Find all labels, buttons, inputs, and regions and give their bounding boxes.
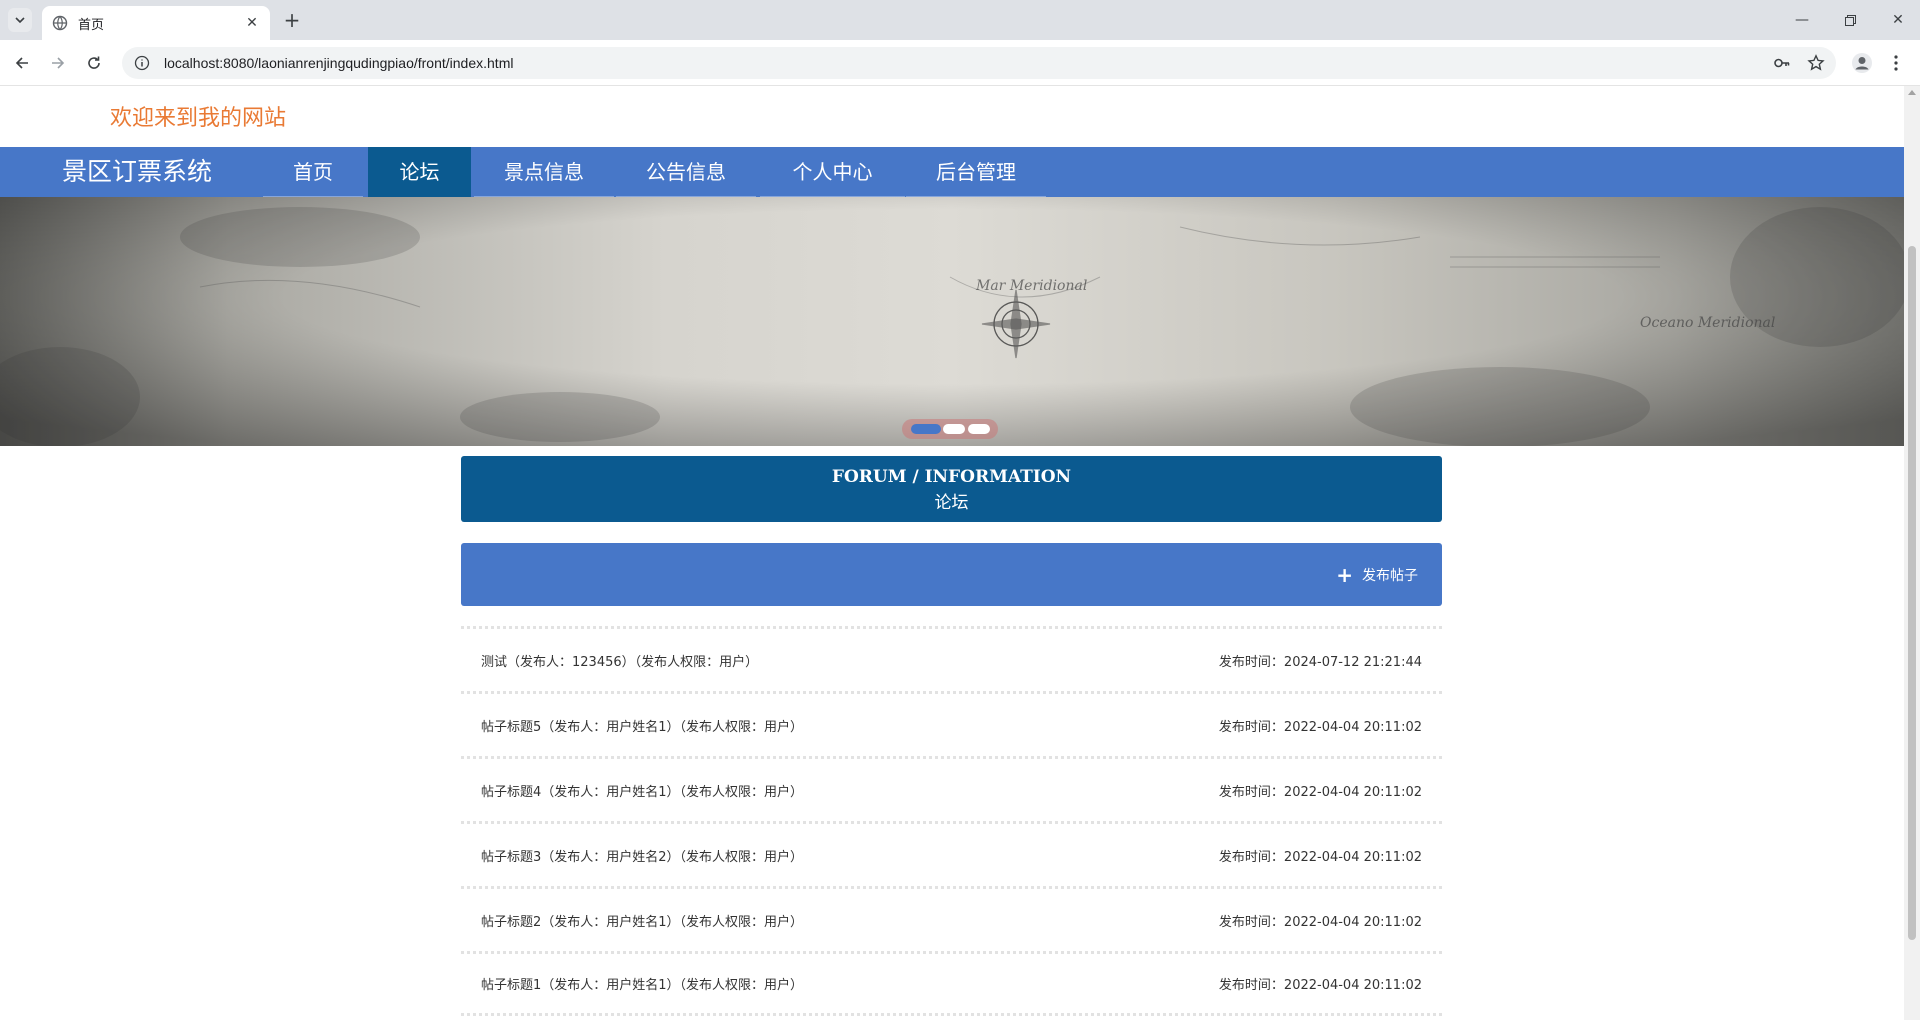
carousel-dot-2[interactable] [943, 424, 965, 434]
post-time: 发布时间：2022-04-04 20:11:02 [1218, 978, 1422, 993]
nav-label: 论坛 [399, 160, 440, 184]
post-time: 发布时间：2022-04-04 20:11:02 [1218, 784, 1422, 800]
banner-map-label-1: Mar Meridional [975, 278, 1087, 294]
carousel-dot-1[interactable] [910, 424, 941, 434]
arrow-left-icon [15, 57, 28, 69]
page-viewport: 欢迎来到我的网站 景区订票系统 首页 论坛 景点信息 公告信息 个人中心 后台管… [0, 86, 1904, 1020]
post-title[interactable]: 测试（发布人：123456）（发布人权限：用户） [481, 651, 758, 670]
browser-tab[interactable]: 首页 ✕ [42, 6, 270, 40]
scroll-up-arrow-icon[interactable] [1908, 90, 1916, 95]
tab-close-icon[interactable]: ✕ [244, 15, 260, 31]
forward-button[interactable] [44, 49, 72, 77]
back-button[interactable] [8, 49, 36, 77]
globe-icon [52, 15, 68, 31]
nav-item-forum[interactable]: 论坛 [368, 147, 471, 197]
arrow-right-icon [52, 57, 65, 69]
post-time: 发布时间：2022-04-04 20:11:02 [1218, 849, 1422, 865]
banner-image: Mar Meridional Oceano Meridional [0, 197, 1904, 446]
post-title[interactable]: 帖子标题2（发布人：用户姓名1）（发布人权限：用户） [481, 911, 803, 930]
carousel-dot-3[interactable] [967, 424, 990, 434]
reload-button[interactable] [80, 49, 108, 77]
nav-label: 景点信息 [504, 160, 584, 184]
forum-title-cn: 论坛 [934, 493, 969, 513]
post-time: 发布时间：2022-04-04 20:11:02 [1218, 914, 1422, 930]
nav-label: 后台管理 [936, 160, 1016, 184]
post-time: 发布时间：2022-04-04 20:11:02 [1218, 719, 1422, 735]
post-row[interactable]: 帖子标题1（发布人：用户姓名1）（发布人权限：用户） 发布时间：2022-04-… [461, 951, 1442, 1016]
post-title[interactable]: 帖子标题4（发布人：用户姓名1）（发布人权限：用户） [481, 781, 803, 800]
address-bar[interactable]: localhost:8080/laonianrenjingqudingpiao/… [122, 47, 1836, 79]
welcome-text: 欢迎来到我的网站 [110, 106, 287, 131]
more-menu-icon[interactable] [1884, 49, 1908, 77]
post-time: 发布时间：2024-07-12 21:21:44 [1218, 654, 1422, 670]
tab-search-button[interactable] [8, 8, 32, 32]
post-list: 测试（发布人：123456）（发布人权限：用户） 发布时间：2024-07-12… [461, 626, 1442, 1016]
nav-item-personal-center[interactable]: 个人中心 [760, 147, 905, 197]
post-row[interactable]: 帖子标题3（发布人：用户姓名2）（发布人权限：用户） 发布时间：2022-04-… [461, 821, 1442, 886]
forum-title-en: FORUM / INFORMATION [831, 467, 1072, 487]
banner-map-label-2: Oceano Meridional [1640, 315, 1775, 331]
site-info-icon[interactable] [134, 55, 150, 71]
password-key-icon[interactable] [1768, 49, 1796, 77]
chevron-down-icon [15, 17, 25, 24]
post-row[interactable]: 帖子标题2（发布人：用户姓名1）（发布人权限：用户） 发布时间：2022-04-… [461, 886, 1442, 951]
forum-action-bar: + 发布帖子 [461, 543, 1442, 606]
forum-header: FORUM / INFORMATION 论坛 [461, 456, 1442, 522]
carousel-indicators [902, 419, 998, 439]
browser-tab-bar: 首页 ✕ + — ✕ [0, 0, 1920, 40]
post-title[interactable]: 帖子标题5（发布人：用户姓名1）（发布人权限：用户） [481, 716, 803, 735]
plus-icon: + [1336, 562, 1353, 587]
restore-button[interactable] [1828, 0, 1872, 40]
nav-item-attractions[interactable]: 景点信息 [474, 147, 614, 197]
post-row[interactable]: 帖子标题4（发布人：用户姓名1）（发布人权限：用户） 发布时间：2022-04-… [461, 756, 1442, 821]
nav-label: 公告信息 [646, 160, 726, 184]
scrollbar-thumb[interactable] [1908, 246, 1916, 940]
site-brand: 景区订票系统 [62, 157, 213, 186]
publish-post-label: 发布帖子 [1362, 567, 1418, 584]
publish-post-button[interactable]: + 发布帖子 [1336, 543, 1418, 606]
banner-carousel[interactable]: Mar Meridional Oceano Meridional [0, 197, 1904, 446]
post-title[interactable]: 帖子标题1（发布人：用户姓名1）（发布人权限：用户） [481, 974, 803, 993]
url-text: localhost:8080/laonianrenjingqudingpiao/… [164, 55, 514, 71]
nav-item-admin[interactable]: 后台管理 [906, 147, 1046, 197]
nav-item-notices[interactable]: 公告信息 [616, 147, 756, 197]
post-row[interactable]: 帖子标题5（发布人：用户姓名1）（发布人权限：用户） 发布时间：2022-04-… [461, 691, 1442, 756]
post-row[interactable]: 测试（发布人：123456）（发布人权限：用户） 发布时间：2024-07-12… [461, 626, 1442, 691]
new-tab-button[interactable]: + [280, 8, 304, 32]
nav-item-home[interactable]: 首页 [263, 147, 363, 197]
profile-icon[interactable] [1848, 49, 1876, 77]
close-window-button[interactable]: ✕ [1876, 0, 1920, 40]
nav-label: 首页 [293, 160, 333, 184]
reload-icon [88, 56, 100, 69]
minimize-button[interactable]: — [1780, 0, 1824, 40]
page-scrollbar[interactable] [1904, 86, 1920, 1020]
browser-toolbar: localhost:8080/laonianrenjingqudingpiao/… [0, 40, 1920, 86]
restore-icon [1844, 14, 1856, 26]
post-title[interactable]: 帖子标题3（发布人：用户姓名2）（发布人权限：用户） [481, 846, 803, 865]
nav-label: 个人中心 [792, 160, 873, 184]
main-navbar: 景区订票系统 首页 论坛 景点信息 公告信息 个人中心 后台管理 [0, 147, 1904, 197]
tab-title: 首页 [78, 16, 105, 32]
bookmark-star-icon[interactable] [1802, 49, 1830, 77]
